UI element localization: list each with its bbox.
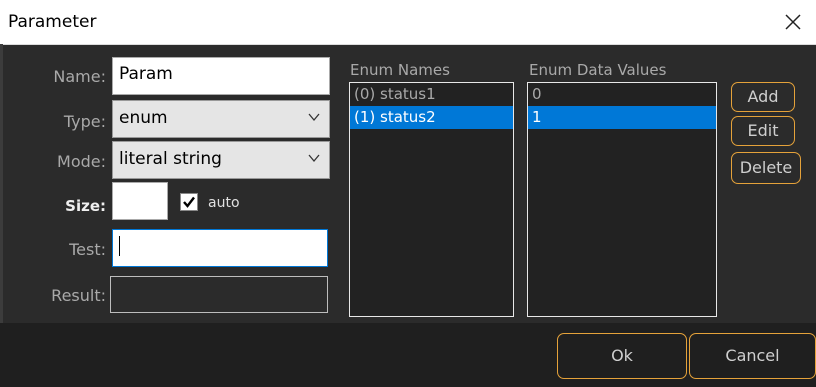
enum-values-header: Enum Data Values: [529, 61, 667, 79]
checkmark-icon: [183, 196, 195, 208]
type-select[interactable]: enum: [112, 100, 330, 138]
close-icon: [785, 14, 801, 30]
close-button[interactable]: [770, 0, 816, 44]
type-label: Type:: [63, 112, 106, 131]
result-output: [110, 276, 328, 313]
test-input[interactable]: [112, 229, 328, 267]
auto-checkbox-label: auto: [208, 195, 240, 211]
name-input[interactable]: Param: [112, 57, 330, 95]
mode-select[interactable]: literal string: [112, 141, 330, 179]
enum-names-list[interactable]: (0) status1 (1) status2: [349, 82, 514, 317]
enum-names-header: Enum Names: [350, 61, 450, 79]
enum-value-item[interactable]: 0: [528, 83, 716, 106]
auto-checkbox[interactable]: [180, 193, 198, 211]
test-label: Test:: [69, 240, 106, 259]
enum-values-list[interactable]: 0 1: [527, 82, 717, 317]
type-select-value: enum: [119, 108, 168, 128]
enum-name-item-selected[interactable]: (1) status2: [350, 106, 513, 129]
size-label: Size:: [65, 197, 106, 215]
cancel-button[interactable]: Cancel: [689, 333, 816, 379]
chevron-down-icon: [308, 113, 320, 122]
edit-button[interactable]: Edit: [731, 116, 795, 146]
title-bar: Parameter: [0, 0, 816, 45]
window-title: Parameter: [8, 12, 97, 32]
text-caret: [119, 236, 120, 256]
result-label: Result:: [51, 286, 106, 305]
add-button[interactable]: Add: [731, 82, 795, 112]
mode-select-value: literal string: [119, 149, 222, 169]
enum-value-item-selected[interactable]: 1: [528, 106, 716, 129]
name-label: Name:: [53, 67, 106, 86]
chevron-down-icon: [308, 154, 320, 163]
size-input[interactable]: [112, 182, 168, 220]
enum-name-item[interactable]: (0) status1: [350, 83, 513, 106]
mode-label: Mode:: [57, 152, 106, 171]
delete-button[interactable]: Delete: [731, 152, 801, 184]
ok-button[interactable]: Ok: [557, 333, 687, 379]
parameter-dialog: Parameter Name: Param Type: enum Mode: l…: [0, 0, 816, 387]
